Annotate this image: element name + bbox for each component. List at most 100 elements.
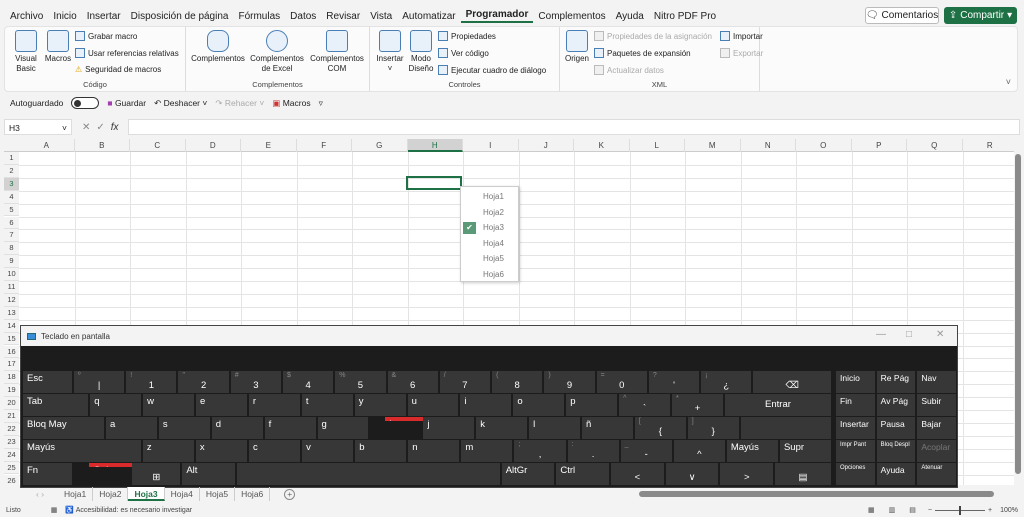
add-sheet-button[interactable]: + [284,488,296,500]
key-v[interactable]: v [302,440,354,462]
sheet-list-item[interactable]: Hoja6 [461,267,518,283]
horizontal-scrollbar[interactable] [634,490,1004,498]
key-av-pág[interactable]: Av Pág [876,394,916,416]
excel-addins-button[interactable]: Complementos de Excel [248,30,306,74]
row-header-17[interactable]: 17 [4,358,19,372]
column-header-L[interactable]: L [630,139,685,152]
key-.[interactable]: :. [567,440,619,462]
row-header-22[interactable]: 22 [4,422,19,436]
column-header-B[interactable]: B [75,139,130,152]
row-header-4[interactable]: 4 [4,190,19,204]
row-header-10[interactable]: 10 [4,268,19,281]
share-button[interactable]: ⇪ Compartir ▾ [944,7,1017,24]
key-p[interactable]: p [566,394,618,416]
sheet-tab-hoja3[interactable]: Hoja3 [128,487,165,501]
sheet-tab-hoja6[interactable]: Hoja6 [235,487,271,501]
row-header-26[interactable]: 26 [4,474,19,485]
page-layout-icon[interactable]: ▥ [889,506,896,514]
sheet-list-item[interactable]: Hoja1 [461,189,518,205]
key-subir[interactable]: Subir [917,394,957,416]
properties-button[interactable]: Propiedades [438,31,496,41]
key-e[interactable]: e [196,394,247,416]
sheet-list-item[interactable]: Hoja4 [461,236,518,252]
tab-insertar[interactable]: Insertar [82,11,126,22]
macro-record-icon[interactable]: ▦ [51,506,58,514]
key-i[interactable]: i [460,394,512,416]
maximize-icon[interactable]: □ [906,329,912,340]
row-header-2[interactable]: 2 [4,164,19,178]
key-5[interactable]: % 5 [335,371,386,393]
column-header-F[interactable]: F [297,139,352,152]
sheet-list-item[interactable]: Hoja2 [461,205,518,221]
insert-control-button[interactable]: Insertar ˅ [374,30,406,74]
refresh-data-button[interactable]: Actualizar datos [594,65,664,75]
row-header-5[interactable]: 5 [4,203,19,217]
tab-inicio[interactable]: Inicio [48,11,81,22]
key-fn[interactable]: Fn [23,463,73,485]
key-tab[interactable]: Tab [23,394,89,416]
tab-ayuda[interactable]: Ayuda [611,11,649,22]
key-altgr[interactable]: AltGr [501,463,555,485]
key-8[interactable]: (8 [492,371,543,393]
key-bajar[interactable]: Bajar [917,417,957,439]
fx-icon[interactable]: fx [111,122,119,133]
row-header-20[interactable]: 20 [4,397,19,410]
row-header-14[interactable]: 14 [4,319,19,333]
key-blank[interactable] [740,417,832,439]
key-y[interactable]: y [354,394,406,416]
macros-button[interactable]: Macros [43,30,73,64]
key-s[interactable]: s [158,417,210,439]
tab-nitro-pdf-pro[interactable]: Nitro PDF Pro [649,11,721,22]
row-header-8[interactable]: 8 [4,242,19,256]
key-b[interactable]: b [355,440,407,462]
row-header-11[interactable]: 11 [4,281,19,294]
row-header-18[interactable]: 18 [4,371,19,385]
column-header-R[interactable]: R [963,139,1015,152]
macro-security-button[interactable]: ⚠ Seguridad de macros [75,65,161,74]
tab-revisar[interactable]: Revisar [321,11,365,22]
collapse-ribbon-icon[interactable]: ˅ [1006,77,1011,87]
key-opciones[interactable]: Opciones [836,463,875,485]
column-header-D[interactable]: D [186,139,241,152]
row-header-21[interactable]: 21 [4,410,19,423]
row-header-1[interactable]: 1 [4,152,19,165]
column-header-Q[interactable]: Q [907,139,963,152]
formula-input[interactable] [128,119,1020,135]
vertical-scrollbar[interactable] [1014,150,1022,485]
customize-qat-icon[interactable]: ▿ [319,98,323,109]
key-fin[interactable]: Fin [836,394,875,416]
key-<[interactable]: < [611,463,664,485]
key-re-pág[interactable]: Re Pág [876,371,916,393]
row-header-15[interactable]: 15 [4,332,19,346]
column-header-N[interactable]: N [741,139,796,152]
key-^[interactable]: ^ [673,440,725,462]
column-header-G[interactable]: G [352,139,408,152]
key-|[interactable]: º | [73,371,125,393]
key-n[interactable]: n [408,440,460,462]
key-bloq-may[interactable]: Bloq May [23,417,104,439]
sheet-tab-hoja4[interactable]: Hoja4 [165,487,200,501]
key-mayús[interactable]: Mayús [726,440,778,462]
key-'[interactable]: ? ' [648,371,700,393]
page-break-icon[interactable]: ▤ [909,506,916,514]
export-button[interactable]: Exportar [720,48,763,58]
key-1[interactable]: ! 1 [126,371,177,393]
macros-qat-button[interactable]: ▣ Macros [272,98,310,109]
row-header-25[interactable]: 25 [4,461,19,475]
key-{[interactable]: [{ [634,417,686,439]
key-⊞[interactable]: ⊞ [132,463,181,485]
key-o[interactable]: o [513,394,565,416]
tab-automatizar[interactable]: Automatizar [397,11,460,22]
key-atenuar[interactable]: Atenuar [917,463,957,485]
key-∨[interactable]: ∨ [665,463,719,485]
tab-fórmulas[interactable]: Fórmulas [233,11,285,22]
key-nav[interactable]: Nav [917,371,957,393]
key-4[interactable]: $4 [283,371,334,393]
key-insertar[interactable]: Insertar [836,417,875,439]
key-c[interactable]: c [249,440,301,462]
column-header-J[interactable]: J [519,139,574,152]
key-alt[interactable]: Alt [182,463,236,485]
key-l[interactable]: l [529,417,580,439]
close-icon[interactable]: ✕ [936,329,944,340]
row-header-19[interactable]: 19 [4,384,19,398]
